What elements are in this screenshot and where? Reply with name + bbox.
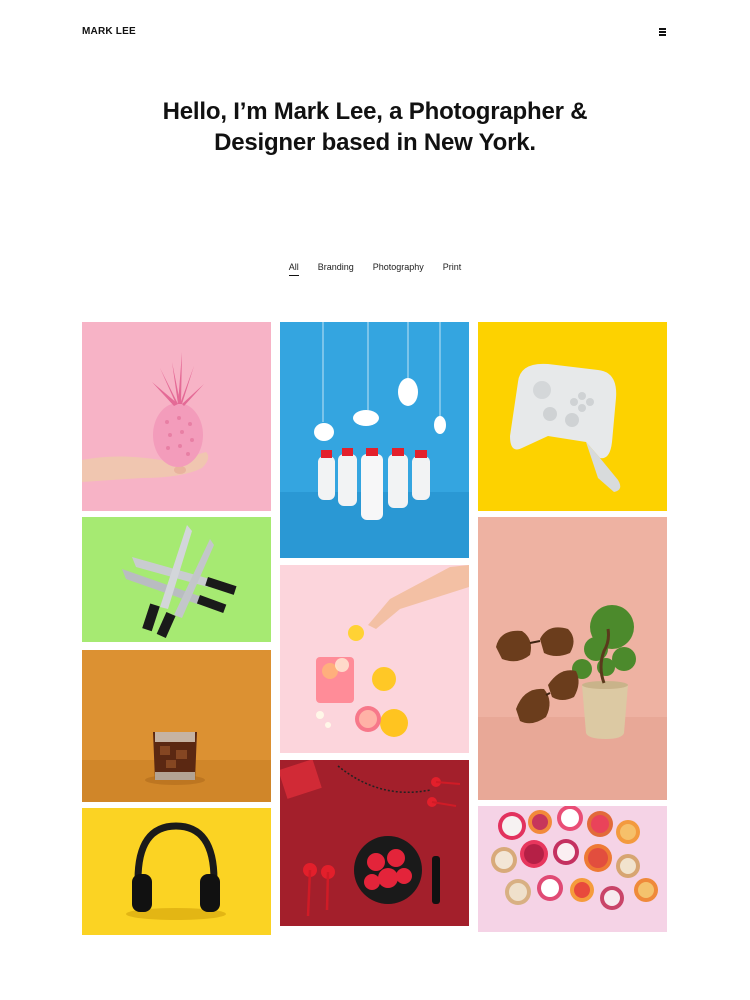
- strawberries-image: [280, 760, 469, 926]
- filter-branding[interactable]: Branding: [318, 262, 354, 276]
- gallery-item-iced-drink[interactable]: [82, 650, 271, 802]
- gallery-item-sunglasses-bonsai[interactable]: [478, 517, 667, 800]
- gallery-item-knives[interactable]: [82, 517, 271, 642]
- fruit-flatlay-image: [478, 806, 667, 932]
- gallery-item-game-controller[interactable]: [478, 322, 667, 511]
- gallery-item-milk-bottles[interactable]: [280, 322, 469, 558]
- milk-bottles-image: [280, 322, 469, 558]
- pineapple-image: [82, 322, 271, 511]
- knives-image: [82, 517, 271, 642]
- headphones-image: [82, 808, 271, 935]
- portfolio-filters: All Branding Photography Print: [0, 262, 750, 276]
- game-controller-image: [478, 322, 667, 511]
- iced-drink-image: [82, 650, 271, 802]
- gallery-item-pink-lemonade[interactable]: [280, 565, 469, 753]
- gallery-item-pineapple[interactable]: [82, 322, 271, 511]
- pink-lemonade-image: [280, 565, 469, 753]
- hero-headline: Hello, I’m Mark Lee, a Photographer & De…: [162, 98, 588, 156]
- hamburger-menu-icon[interactable]: [656, 26, 670, 38]
- gallery-item-fruit-flatlay[interactable]: [478, 806, 667, 932]
- gallery-item-headphones[interactable]: [82, 808, 271, 935]
- gallery-item-strawberries[interactable]: [280, 760, 469, 926]
- filter-photography[interactable]: Photography: [373, 262, 424, 276]
- filter-print[interactable]: Print: [443, 262, 462, 276]
- site-logo[interactable]: MARK LEE: [82, 26, 136, 37]
- filter-all[interactable]: All: [288, 262, 299, 276]
- sunglasses-bonsai-image: [478, 517, 667, 800]
